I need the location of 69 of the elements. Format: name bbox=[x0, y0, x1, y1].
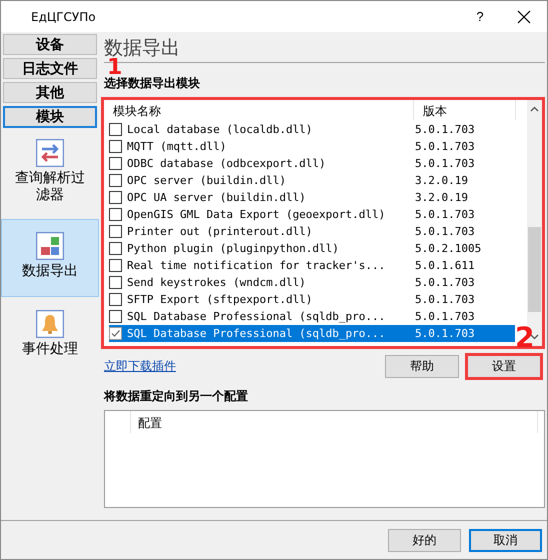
page-title: 数据导出 bbox=[104, 36, 181, 59]
module-name[interactable]: SQL Database Professional (sqldb_pro... bbox=[126, 327, 386, 340]
module-version: 5.0.2.1005 bbox=[415, 242, 482, 255]
module-name[interactable]: Local database (localdb.dll) bbox=[126, 123, 314, 136]
download-link[interactable]: 立即下载插件 bbox=[104, 358, 176, 375]
module-version: 5.0.1.703 bbox=[415, 208, 475, 221]
module-name[interactable]: MQTT (mqtt.dll) bbox=[126, 140, 228, 153]
button[interactable]: 设置 bbox=[465, 353, 543, 380]
module-version: 5.0.1.703 bbox=[415, 293, 475, 306]
module-version: 5.0.1.703 bbox=[415, 123, 475, 136]
sidebar-tab[interactable]: 日志文件 bbox=[3, 58, 97, 79]
squares-icon bbox=[36, 232, 64, 260]
scroll-down-icon[interactable] bbox=[530, 334, 539, 340]
module-name[interactable]: Real time notification for tracker's... bbox=[126, 259, 386, 272]
help-button[interactable]: ? bbox=[457, 1, 503, 32]
scroll-up-icon[interactable] bbox=[530, 106, 539, 112]
column-header[interactable]: 版本 bbox=[414, 100, 516, 120]
button[interactable]: 好的 bbox=[388, 528, 461, 552]
sidebar-label: 数据导出 bbox=[21, 263, 79, 280]
sidebar-tab[interactable]: 模块 bbox=[3, 106, 97, 128]
sidebar-item[interactable]: 事件处理 bbox=[1, 303, 99, 367]
checkbox[interactable] bbox=[109, 140, 122, 153]
sidebar-label: 事件处理 bbox=[21, 341, 79, 358]
checkbox[interactable] bbox=[109, 123, 122, 136]
checkbox[interactable] bbox=[109, 293, 122, 306]
module-name[interactable]: ODBC database (odbcexport.dll) bbox=[126, 157, 327, 170]
module-version: 5.0.1.703 bbox=[415, 157, 475, 170]
module-name[interactable]: Printer out (printerout.dll) bbox=[126, 225, 314, 238]
module-version: 5.0.1.703 bbox=[415, 310, 475, 323]
module-version: 5.0.1.703 bbox=[415, 225, 475, 238]
checkbox[interactable] bbox=[109, 310, 122, 323]
module-name[interactable]: OPC server (buildin.dll) bbox=[126, 174, 287, 187]
module-name[interactable]: SQL Database Professional (sqldb_pro... bbox=[126, 310, 386, 323]
checkbox[interactable] bbox=[109, 157, 122, 170]
module-version: 5.0.1.703 bbox=[415, 327, 475, 340]
sidebar-item[interactable]: 查询解析过滤器 bbox=[1, 132, 99, 213]
checkbox[interactable] bbox=[109, 208, 122, 221]
window-title: ЕдЦГСУПо bbox=[31, 10, 97, 24]
sidebar-tab[interactable]: 其他 bbox=[3, 82, 97, 103]
sidebar-tab[interactable]: 设备 bbox=[3, 34, 97, 55]
module-version: 5.0.1.703 bbox=[415, 276, 475, 289]
checkbox[interactable] bbox=[109, 327, 122, 340]
checkbox[interactable] bbox=[109, 242, 122, 255]
module-name[interactable]: SFTP Export (sftpexport.dll) bbox=[126, 293, 314, 306]
checkbox[interactable] bbox=[109, 276, 122, 289]
button[interactable]: 取消 bbox=[469, 528, 542, 552]
checkbox[interactable] bbox=[109, 174, 122, 187]
arrows-icon bbox=[36, 139, 64, 167]
module-version: 3.2.0.19 bbox=[415, 191, 468, 204]
module-version: 5.0.1.703 bbox=[415, 140, 475, 153]
bell-icon bbox=[36, 310, 64, 338]
button[interactable]: 帮助 bbox=[385, 355, 459, 378]
module-version: 3.2.0.19 bbox=[415, 174, 468, 187]
section-label: 选择数据导出模块 bbox=[104, 75, 201, 92]
column-header[interactable]: 配置 bbox=[130, 411, 538, 433]
column-header[interactable]: 模块名称 bbox=[104, 100, 414, 120]
module-name[interactable]: OpenGIS GML Data Export (geoexport.dll) bbox=[126, 208, 386, 221]
module-version: 5.0.1.611 bbox=[415, 259, 475, 272]
annotation-number: 2 bbox=[515, 324, 534, 352]
module-name[interactable]: Python plugin (pluginpython.dll) bbox=[126, 242, 340, 255]
module-name[interactable]: OPC UA server (buildin.dll) bbox=[126, 191, 307, 204]
module-name[interactable]: Send keystrokes (wndcm.dll) bbox=[126, 276, 307, 289]
checkbox[interactable] bbox=[109, 259, 122, 272]
checkbox[interactable] bbox=[109, 225, 122, 238]
close-icon[interactable] bbox=[517, 10, 531, 24]
section-label: 将数据重定向到另一个配置 bbox=[104, 388, 249, 405]
sidebar-item[interactable]: 数据导出 bbox=[1, 219, 99, 297]
checkbox[interactable] bbox=[109, 191, 122, 204]
sidebar-label: 查询解析过滤器 bbox=[14, 170, 86, 204]
